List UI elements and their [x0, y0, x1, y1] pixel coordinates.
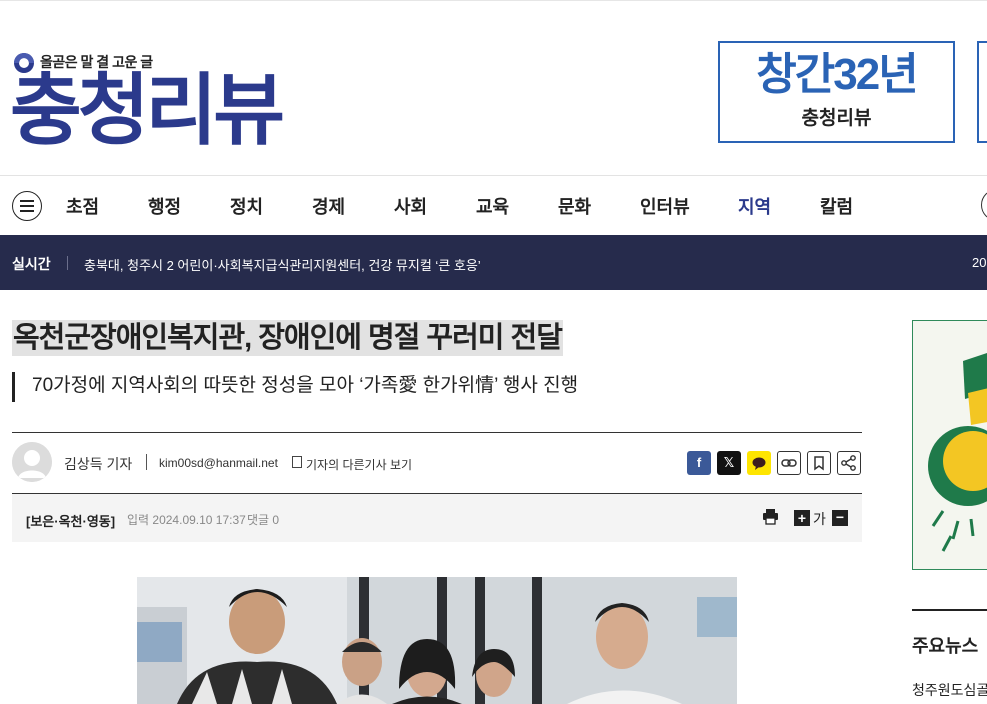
secondary-banner[interactable]	[977, 41, 987, 143]
share-icon[interactable]	[837, 451, 861, 475]
article-title: 옥천군장애인복지관, 장애인에 명절 꾸러미 전달	[12, 320, 563, 356]
search-icon[interactable]	[981, 189, 987, 221]
ticker-label: 실시간	[12, 256, 51, 272]
article-info-bar: [보은·옥천·영동] 입력 2024.09.10 17:37 댓글 0 + 가 …	[12, 494, 862, 542]
sidebar-section-title: 주요뉴스	[912, 636, 979, 656]
bookmark-icon[interactable]	[807, 451, 831, 475]
sidebar-ad-banner[interactable]	[912, 320, 987, 570]
ticker-divider	[67, 256, 68, 270]
main-nav: 초점 행정 정치 경제 사회 교육 문화 인터뷰 지역 칼럼	[0, 176, 987, 235]
x-share-icon[interactable]: 𝕏	[717, 451, 741, 475]
nav-item-culture[interactable]: 문화	[558, 193, 591, 219]
nav-item-focus[interactable]: 초점	[66, 193, 99, 219]
facebook-share-icon[interactable]: f	[687, 451, 711, 475]
more-articles-link[interactable]: 기자의 다른기사 보기	[306, 456, 412, 473]
nav-item-administration[interactable]: 행정	[148, 193, 181, 219]
kakaotalk-share-icon[interactable]	[747, 451, 771, 475]
nav-item-society[interactable]: 사회	[394, 193, 427, 219]
reporter-avatar	[12, 442, 52, 482]
article-photo	[137, 577, 737, 704]
article-section[interactable]: [보은·옥천·영동]	[26, 511, 115, 530]
print-icon[interactable]	[762, 508, 779, 525]
site-logo[interactable]: 올곧은 말 결 고운 글 충청리뷰	[10, 50, 332, 160]
nav-item-column[interactable]: 칼럼	[820, 193, 853, 219]
article-photo-image	[137, 577, 737, 704]
ticker-headline[interactable]: 충북대, 청주시 2 어린이·사회복지급식관리지원센터, 건강 뮤지컬 ‘큰 호…	[84, 255, 481, 274]
font-increase-button[interactable]: +	[794, 510, 810, 526]
banner-headline: 창간32년	[756, 50, 918, 99]
copy-link-icon[interactable]	[777, 451, 801, 475]
ticker-date: 20	[972, 255, 987, 270]
reporter-name[interactable]: 김상득 기자	[64, 454, 132, 474]
top-border	[0, 0, 987, 1]
publish-date: 입력 2024.09.10 17:37	[127, 513, 246, 527]
byline-separator	[146, 454, 147, 470]
breaking-news-ticker: 실시간 충북대, 청주시 2 어린이·사회복지급식관리지원센터, 건강 뮤지컬 …	[0, 235, 987, 290]
nav-item-region[interactable]: 지역	[738, 193, 771, 219]
sidebar-ad-graphic	[913, 321, 987, 569]
document-icon	[292, 456, 302, 468]
logo-wordmark: 충청리뷰	[10, 66, 285, 154]
nav-item-interview[interactable]: 인터뷰	[640, 193, 690, 219]
nav-item-education[interactable]: 교육	[476, 193, 509, 219]
reporter-email[interactable]: kim00sd@hanmail.net	[159, 456, 278, 470]
nav-item-economy[interactable]: 경제	[312, 193, 345, 219]
article-subtitle: 70가정에 지역사회의 따뜻한 정성을 모아 ‘가족愛 한가위情’ 행사 진행	[12, 372, 578, 402]
nav-item-politics[interactable]: 정치	[230, 193, 263, 219]
menu-icon[interactable]	[12, 191, 42, 221]
font-size-label: 가	[813, 511, 826, 527]
comment-count[interactable]: 댓글 0	[247, 511, 279, 528]
banner-subtext: 충청리뷰	[801, 108, 872, 129]
byline-divider-top	[12, 432, 862, 433]
anniversary-banner[interactable]: 창간32년 충청리뷰	[718, 41, 955, 143]
sidebar-news-item[interactable]: 청주원도심골	[912, 680, 987, 700]
font-decrease-button[interactable]: −	[832, 510, 848, 526]
sidebar-divider	[912, 609, 987, 611]
user-avatar-icon	[12, 442, 52, 482]
